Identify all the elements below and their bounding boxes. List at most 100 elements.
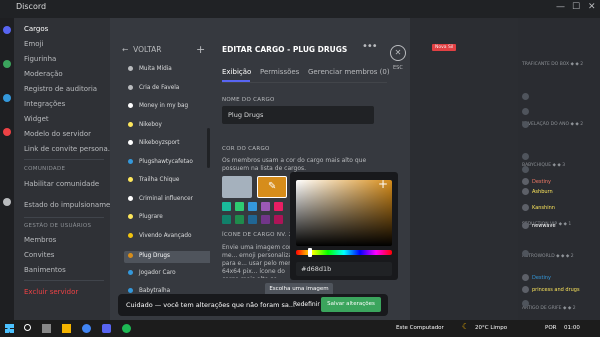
delete-server-button[interactable]: Excluir servidor: [24, 288, 78, 296]
save-changes-button[interactable]: Salvar alterações: [321, 297, 381, 312]
member-item[interactable]: Kanshinn: [522, 204, 555, 211]
server-icon[interactable]: [3, 198, 11, 206]
member-item[interactable]: [522, 166, 532, 173]
close-window-button[interactable]: ✕: [588, 2, 596, 12]
sidebar-item-members[interactable]: Membros: [24, 236, 56, 244]
sidebar-item-stickers[interactable]: Figurinha: [24, 55, 56, 63]
member-item[interactable]: [522, 108, 532, 115]
role-item[interactable]: Plugrare: [128, 214, 163, 224]
file-explorer-icon[interactable]: [62, 324, 71, 333]
tab-display[interactable]: Exibição: [222, 68, 251, 76]
divider: [24, 159, 104, 160]
member-item[interactable]: [522, 121, 532, 128]
role-color-dot: [128, 288, 133, 293]
tab-permissions[interactable]: Permissões: [260, 68, 299, 76]
clock[interactable]: 01:00: [564, 325, 580, 331]
role-color-label: COR DO CARGO: [222, 146, 270, 152]
role-item[interactable]: Nikeboy: [128, 121, 162, 132]
member-item[interactable]: newwave: [522, 222, 556, 229]
sidebar-item-audit-log[interactable]: Registro de auditoria: [24, 85, 97, 93]
member-item[interactable]: [522, 93, 532, 100]
divider: [24, 217, 104, 218]
sidebar-item-invites[interactable]: Convites: [24, 251, 54, 259]
role-item[interactable]: Jogador Caro: [128, 269, 176, 280]
color-swatch[interactable]: [274, 202, 283, 211]
role-item[interactable]: Criminal influencer: [128, 195, 193, 206]
hue-slider[interactable]: [296, 248, 392, 257]
color-swatch[interactable]: [248, 215, 257, 224]
sidebar-item-bans[interactable]: Banimentos: [24, 266, 66, 274]
back-button[interactable]: ← VOLTAR: [122, 45, 161, 54]
browser-icon[interactable]: [82, 324, 91, 333]
hex-input[interactable]: #d68d1b: [296, 262, 392, 276]
picker-crosshair-icon[interactable]: +: [378, 177, 388, 191]
member-item[interactable]: [522, 300, 532, 307]
server-icon[interactable]: [3, 128, 11, 136]
sidebar-item-roles[interactable]: Cargos: [24, 25, 48, 33]
minimize-button[interactable]: —: [556, 2, 565, 12]
hue-handle[interactable]: [308, 248, 312, 257]
role-item[interactable]: Muita Mídia: [128, 66, 172, 76]
role-item[interactable]: Plug Drugs: [124, 251, 212, 263]
server-icon[interactable]: [3, 26, 11, 34]
add-role-button[interactable]: +: [196, 43, 205, 56]
os-taskbar: Este Computador ☾ 20°C Limpo POR 01:00: [0, 320, 600, 337]
color-swatch[interactable]: [222, 215, 231, 224]
reset-button[interactable]: Redefinir: [293, 301, 320, 308]
sidebar-item-moderation[interactable]: Moderação: [24, 70, 63, 78]
sidebar-item-integrations[interactable]: Integrações: [24, 100, 65, 108]
role-color-dot: [128, 214, 133, 219]
role-item[interactable]: Trailha Chique: [128, 177, 179, 187]
color-swatch[interactable]: [261, 202, 270, 211]
server-rail: [0, 18, 14, 320]
sidebar-item-template[interactable]: Modelo do servidor: [24, 130, 91, 138]
role-item[interactable]: Plugshawtycafetao: [128, 158, 193, 169]
role-name: Criminal influencer: [139, 195, 193, 202]
page-title: EDITAR CARGO - PLUG DRUGS: [222, 45, 348, 54]
role-color-dot: [128, 121, 133, 127]
role-color-dot: [128, 158, 133, 164]
more-options-icon[interactable]: •••: [362, 41, 378, 52]
member-item[interactable]: Destiny: [522, 274, 551, 281]
role-item[interactable]: Nikeboyzsport: [128, 140, 180, 150]
color-swatch[interactable]: [274, 215, 283, 224]
server-icon[interactable]: [3, 94, 11, 102]
member-item[interactable]: Ashburn: [522, 188, 553, 195]
spotify-icon[interactable]: [122, 324, 131, 333]
role-name: Vivendo Avançado: [139, 232, 192, 239]
member-name: Destiny: [532, 275, 552, 281]
color-swatch[interactable]: [222, 202, 231, 211]
language-indicator[interactable]: POR: [545, 325, 556, 331]
tab-manage-members[interactable]: Gerenciar membros (0): [308, 68, 390, 76]
close-settings-button[interactable]: ✕: [390, 45, 406, 61]
member-item[interactable]: Destiny: [522, 178, 551, 185]
windows-start-icon[interactable]: [5, 324, 14, 333]
maximize-button[interactable]: ☐: [572, 2, 580, 12]
avatar: [522, 121, 529, 128]
search-icon[interactable]: [24, 324, 31, 331]
roles-list-panel: ← VOLTAR + Muita Mídia Cria de Favela Mone…: [110, 18, 212, 331]
role-item[interactable]: Cria de Favela: [128, 84, 179, 95]
role-name-input[interactable]: Plug Drugs: [222, 106, 374, 124]
discord-taskbar-icon[interactable]: [102, 324, 111, 333]
color-swatch[interactable]: [235, 202, 244, 211]
sidebar-item-enable-community[interactable]: Habilitar comunidade: [24, 180, 99, 188]
member-name: Destiny: [532, 179, 552, 185]
saturation-area[interactable]: +: [296, 177, 392, 246]
sidebar-item-emoji[interactable]: Emoji: [24, 40, 43, 48]
server-icon[interactable]: [3, 60, 11, 68]
weather-text[interactable]: 20°C Limpo: [475, 325, 507, 331]
role-item[interactable]: Money in my bag: [128, 103, 188, 113]
task-view-icon[interactable]: [42, 324, 51, 333]
default-color-swatch[interactable]: [222, 176, 252, 198]
member-item[interactable]: princess and drugs: [522, 286, 580, 293]
color-swatch[interactable]: [248, 202, 257, 211]
sidebar-item-vanity-url[interactable]: Link de convite persona...: [24, 145, 114, 153]
color-swatch[interactable]: [235, 215, 244, 224]
custom-color-swatch[interactable]: ✎: [257, 176, 287, 198]
member-item[interactable]: [522, 153, 532, 160]
color-swatch[interactable]: [261, 215, 270, 224]
member-item[interactable]: [522, 250, 532, 257]
role-item[interactable]: Vivendo Avançado: [128, 232, 192, 243]
sidebar-item-widget[interactable]: Widget: [24, 115, 49, 123]
